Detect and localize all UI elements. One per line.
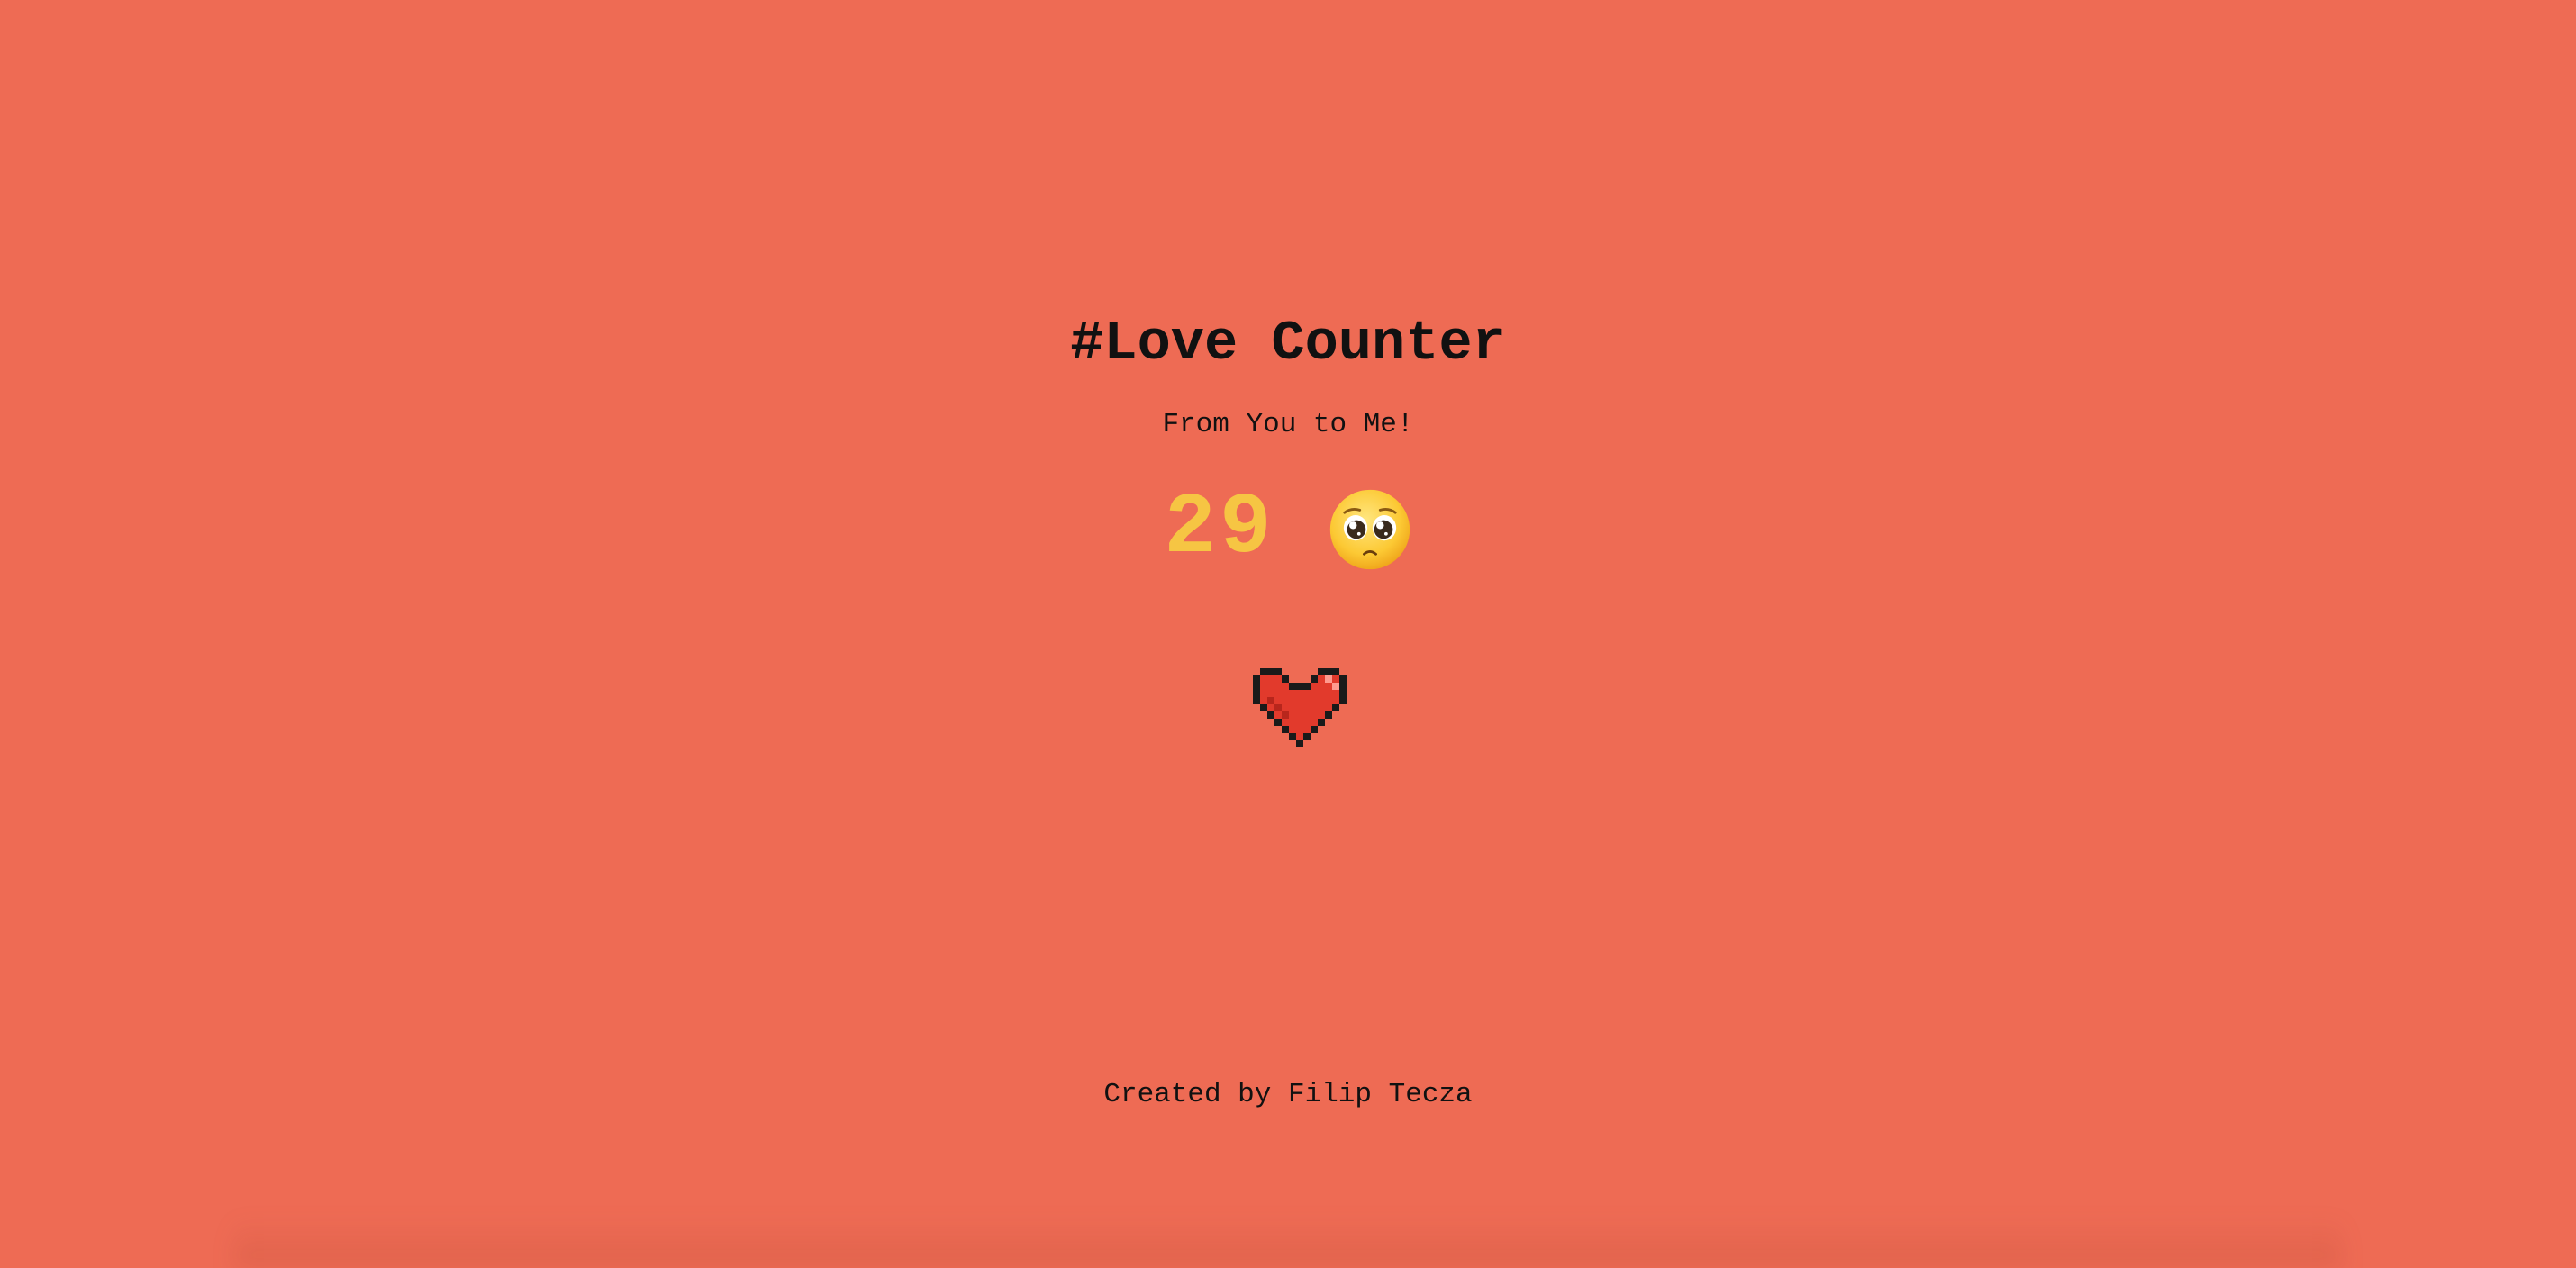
heart-button[interactable] — [1253, 666, 1347, 749]
bottom-shadow — [234, 1218, 2342, 1268]
love-counter-page: #Love Counter From You to Me! 29 Created… — [0, 0, 2576, 1268]
counter-row: 29 — [0, 479, 2576, 578]
footer-credit: Created by Filip Tecza — [1103, 1079, 1473, 1110]
page-subtitle: From You to Me! — [1162, 409, 1414, 440]
pixel-heart-icon — [1253, 668, 1347, 747]
page-title: #Love Counter — [1070, 312, 1506, 376]
love-count: 29 — [1164, 479, 1275, 577]
pleading-face-icon — [1328, 487, 1412, 572]
